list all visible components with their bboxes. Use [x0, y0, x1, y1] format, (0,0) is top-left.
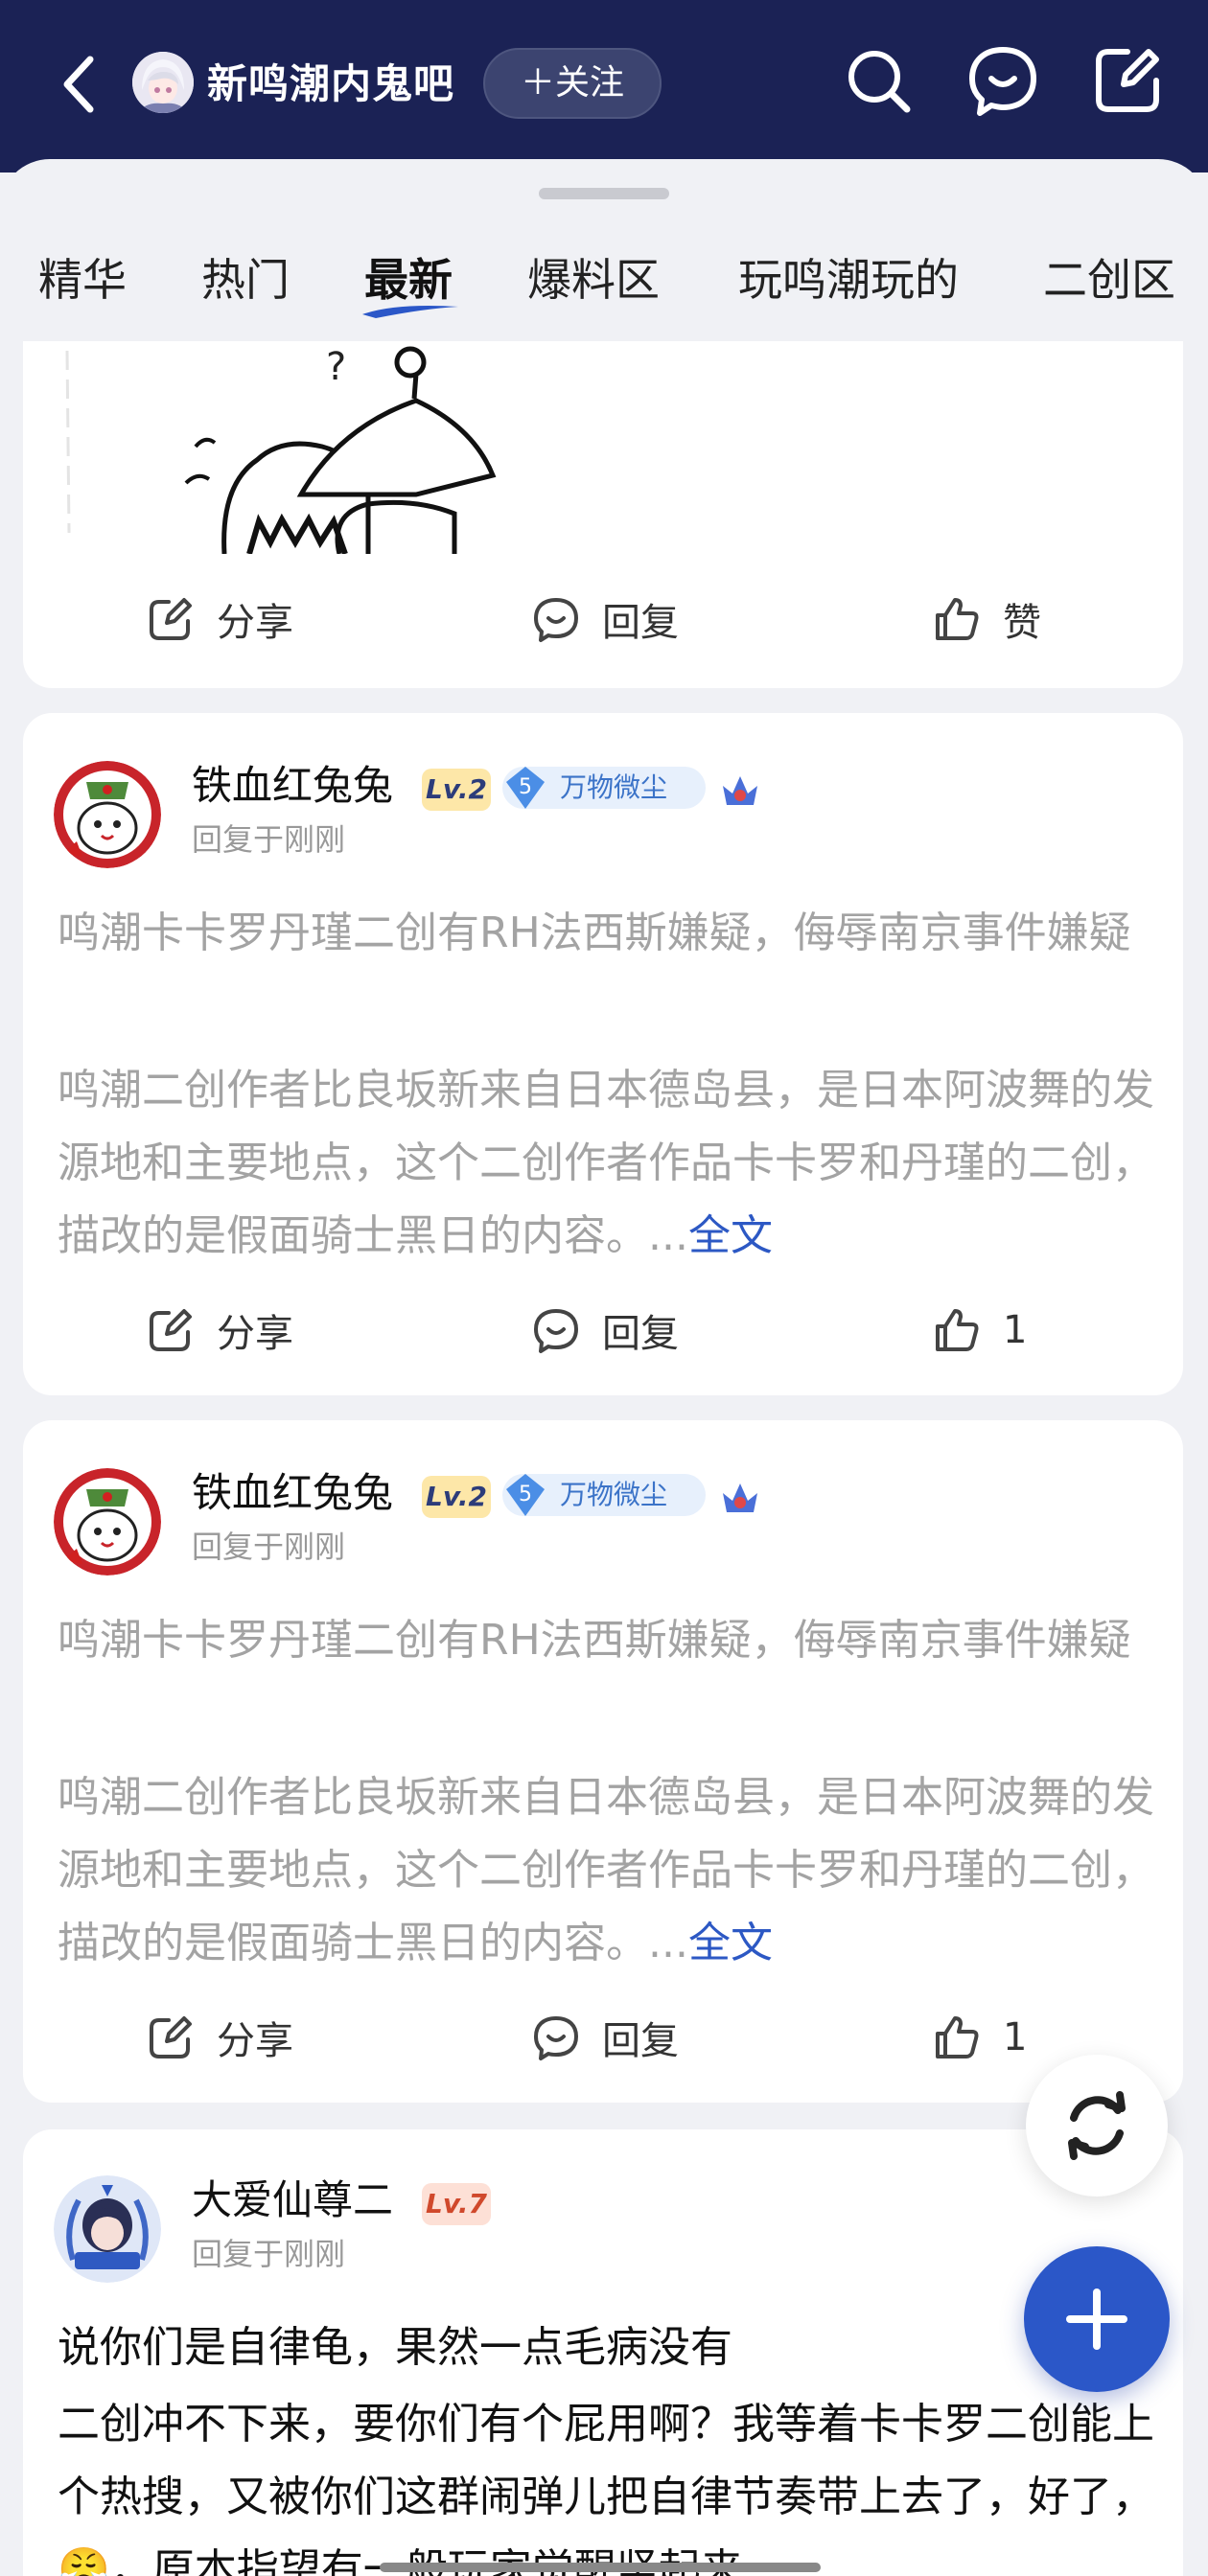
like-button[interactable]: 1: [932, 1999, 1027, 2076]
avatar[interactable]: [54, 1468, 161, 1576]
tab-players[interactable]: 玩鸣潮玩的: [738, 251, 959, 309]
read-more-link[interactable]: 全文: [688, 1919, 773, 1967]
forum-name: 新鸣潮内鬼吧: [207, 60, 455, 107]
like-label: 赞: [1003, 601, 1041, 645]
post-body[interactable]: 鸣潮二创作者比良坂新来自日本德岛县，是日本阿波舞的发源地和主要地点，这个二创作者…: [58, 1054, 1160, 1273]
tab-bar: 精华 热门 最新 爆料区 玩鸣潮玩的 二创区: [0, 251, 1208, 328]
reply-button[interactable]: 回复: [531, 1292, 679, 1368]
rank-crown-icon: [723, 776, 757, 805]
post-actions: 分享 回复 赞: [23, 581, 1183, 657]
reply-label: 回复: [602, 601, 679, 645]
tab-featured[interactable]: 精华: [38, 251, 127, 309]
reply-label: 回复: [602, 1312, 679, 1356]
back-button[interactable]: [54, 46, 107, 123]
username[interactable]: 铁血红兔兔: [192, 1466, 393, 1520]
forum-avatar[interactable]: [132, 52, 194, 113]
badge-text: 万物微尘: [560, 771, 668, 803]
anime-avatar-icon: [132, 52, 194, 113]
post-body[interactable]: 二创冲不下来，要你们有个屁用啊？我等着卡卡罗二创能上个热搜，又被你们这群闹弹儿把…: [58, 2388, 1160, 2576]
thumbs-up-icon: [936, 1309, 979, 1351]
post-actions: 分享 回复 1: [23, 1292, 1183, 1368]
svg-text:?: ?: [326, 345, 346, 389]
comment-icon: [534, 598, 578, 642]
anime-avatar-icon: [54, 2175, 161, 2283]
sheet-grabber[interactable]: [539, 188, 669, 199]
share-icon: [150, 598, 192, 640]
refresh-icon: [1068, 2091, 1126, 2160]
search-button[interactable]: [840, 42, 917, 119]
message-button[interactable]: [964, 42, 1041, 119]
refresh-button[interactable]: [1026, 2055, 1168, 2196]
like-button[interactable]: 1: [932, 1292, 1027, 1368]
share-button[interactable]: 分享: [146, 581, 293, 657]
reply-time: 回复于刚刚: [192, 821, 346, 858]
honor-badge: 5 万物微尘: [502, 767, 706, 809]
post-image[interactable]: ?: [52, 341, 589, 554]
reply-button[interactable]: 回复: [531, 581, 679, 657]
avatar[interactable]: [54, 761, 161, 868]
rabbit-avatar-icon: [54, 1468, 161, 1576]
share-button[interactable]: 分享: [146, 1999, 293, 2076]
rank-crown-icon: [723, 1484, 757, 1512]
search-icon: [848, 51, 911, 113]
level-badge: Lv.7: [422, 2183, 491, 2225]
chevron-left-icon: [63, 56, 94, 113]
post-card[interactable]: 大爱仙尊二 Lv.7 回复于刚刚 说你们是自律龟，果然一点毛病没有 二创冲不下来…: [23, 2129, 1183, 2576]
post-title[interactable]: 鸣潮卡卡罗丹瑾二创有RH法西斯嫌疑，侮辱南京事件嫌疑: [58, 1604, 1150, 1677]
like-count: 1: [1003, 1308, 1028, 1352]
tab-active-underline: [362, 306, 458, 318]
avatar[interactable]: [54, 2175, 161, 2283]
diamond-icon: 5: [506, 1474, 545, 1516]
post-title[interactable]: 说你们是自律龟，果然一点毛病没有: [58, 2312, 1150, 2384]
post-card[interactable]: 铁血红兔兔 Lv.2 5 万物微尘 回复于刚刚 鸣潮卡卡罗丹瑾二创有RH法西斯嫌…: [23, 713, 1183, 1395]
level-badge: Lv.2: [422, 769, 491, 811]
post-excerpt: 鸣潮二创作者比良坂新来自日本德岛县，是日本阿波舞的发源地和主要地点，这个二创作者…: [58, 1773, 1154, 1967]
edit-icon: [1096, 49, 1159, 112]
level-badge: Lv.2: [422, 1476, 491, 1518]
badge-number: 5: [519, 1483, 532, 1506]
diamond-icon: 5: [506, 767, 545, 809]
thumbs-up-icon: [936, 598, 979, 640]
compose-button[interactable]: [1089, 42, 1166, 119]
share-icon: [150, 1309, 192, 1351]
like-button[interactable]: 赞: [932, 581, 1041, 657]
home-indicator: [380, 2563, 821, 2572]
post-title[interactable]: 鸣潮卡卡罗丹瑾二创有RH法西斯嫌疑，侮辱南京事件嫌疑: [58, 897, 1150, 970]
badge-text: 万物微尘: [560, 1479, 668, 1510]
like-count: 1: [1003, 2015, 1028, 2059]
share-icon: [150, 2016, 192, 2058]
username[interactable]: 大爱仙尊二: [192, 2174, 393, 2227]
share-button[interactable]: 分享: [146, 1292, 293, 1368]
reply-time: 回复于刚刚: [192, 1529, 346, 1565]
follow-button[interactable]: ＋关注: [483, 48, 662, 119]
read-more-link[interactable]: 全文: [688, 1211, 773, 1260]
badge-number: 5: [519, 775, 532, 799]
tab-sheet: 精华 热门 最新 爆料区 玩鸣潮玩的 二创区: [0, 159, 1208, 341]
chat-bubble-icon: [969, 47, 1036, 116]
comment-icon: [534, 1309, 578, 1353]
share-label: 分享: [217, 2019, 293, 2063]
comment-icon: [534, 2016, 578, 2060]
post-card[interactable]: 铁血红兔兔 Lv.2 5 万物微尘 回复于刚刚 鸣潮卡卡罗丹瑾二创有RH法西斯嫌…: [23, 1420, 1183, 2103]
reply-time: 回复于刚刚: [192, 2236, 346, 2272]
username[interactable]: 铁血红兔兔: [192, 759, 393, 813]
top-bar: 新鸣潮内鬼吧 ＋关注: [0, 0, 1208, 172]
new-post-button[interactable]: [1024, 2246, 1170, 2392]
tab-fanart[interactable]: 二创区: [1043, 251, 1175, 309]
post-body[interactable]: 鸣潮二创作者比良坂新来自日本德岛县，是日本阿波舞的发源地和主要地点，这个二创作者…: [58, 1761, 1160, 1980]
post-card[interactable]: ? 分享 回复 赞: [23, 341, 1183, 688]
post-actions: 分享 回复 1: [23, 1999, 1183, 2076]
plus-icon: [1066, 2288, 1127, 2350]
honor-badge: 5 万物微尘: [502, 1474, 706, 1516]
share-label: 分享: [217, 1312, 293, 1356]
thumbs-up-icon: [936, 2016, 979, 2058]
rabbit-avatar-icon: [54, 761, 161, 868]
share-label: 分享: [217, 601, 293, 645]
post-excerpt: 鸣潮二创作者比良坂新来自日本德岛县，是日本阿波舞的发源地和主要地点，这个二创作者…: [58, 1066, 1154, 1260]
reply-button[interactable]: 回复: [531, 1999, 679, 2076]
tab-hot[interactable]: 热门: [201, 251, 290, 309]
tab-leaks[interactable]: 爆料区: [527, 251, 660, 309]
reply-label: 回复: [602, 2019, 679, 2063]
